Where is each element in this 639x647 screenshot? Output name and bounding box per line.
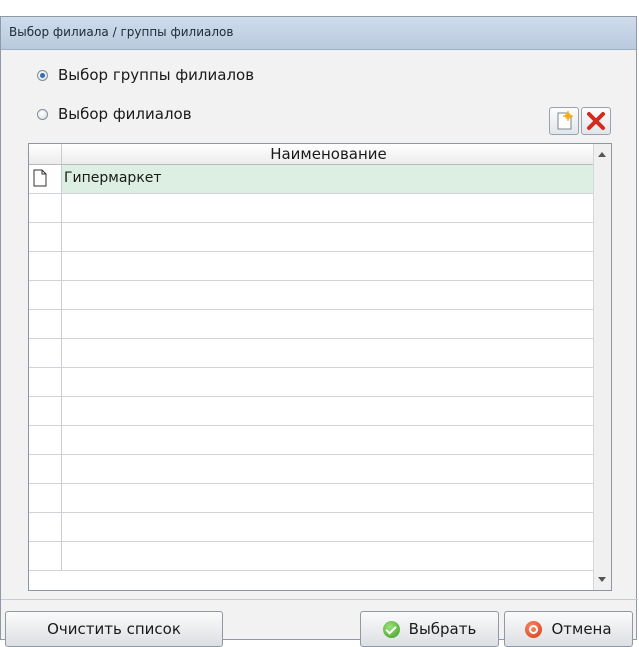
row-header xyxy=(29,165,62,193)
delete-icon xyxy=(587,112,605,130)
dialog-window: Выбор филиала / группы филиалов Выбор гр… xyxy=(0,16,638,647)
table-row[interactable] xyxy=(29,426,595,455)
cell-name[interactable] xyxy=(62,252,595,280)
cell-name[interactable] xyxy=(62,542,595,570)
row-header xyxy=(29,426,62,454)
clear-list-label: Очистить список xyxy=(47,620,181,638)
cell-name[interactable] xyxy=(62,513,595,541)
table-row[interactable] xyxy=(29,281,595,310)
radio-button-branches[interactable] xyxy=(37,108,48,120)
cell-name[interactable] xyxy=(62,310,595,338)
cell-name[interactable] xyxy=(62,281,595,309)
cell-name[interactable] xyxy=(62,194,595,222)
document-icon xyxy=(33,169,47,187)
row-header-corner xyxy=(29,144,62,164)
radio-group-option[interactable]: Выбор группы филиалов xyxy=(37,66,254,84)
cell-name[interactable] xyxy=(62,397,595,425)
cell-name[interactable] xyxy=(62,426,595,454)
table-row[interactable] xyxy=(29,484,595,513)
cell-name[interactable]: Гипермаркет xyxy=(62,165,595,193)
radio-label-group: Выбор группы филиалов xyxy=(58,66,255,84)
row-header xyxy=(29,542,62,570)
page-top-strip xyxy=(0,0,639,16)
table-row[interactable] xyxy=(29,397,595,426)
table-row[interactable] xyxy=(29,310,595,339)
title-bar: Выбор филиала / группы филиалов xyxy=(1,17,636,50)
branches-grid[interactable]: Наименование Гипермаркет xyxy=(28,143,612,591)
table-row[interactable] xyxy=(29,368,595,397)
row-header xyxy=(29,397,62,425)
new-item-icon xyxy=(557,111,573,130)
row-header xyxy=(29,194,62,222)
grid-rows: Гипермаркет xyxy=(29,165,595,571)
cell-name[interactable] xyxy=(62,223,595,251)
row-header xyxy=(29,281,62,309)
table-row[interactable] xyxy=(29,252,595,281)
radio-button-group-selected[interactable] xyxy=(37,69,48,81)
scroll-up-icon[interactable] xyxy=(598,152,606,157)
table-row[interactable] xyxy=(29,339,595,368)
row-header xyxy=(29,484,62,512)
row-header xyxy=(29,368,62,396)
delete-button[interactable] xyxy=(581,107,611,135)
row-header xyxy=(29,513,62,541)
scroll-down-icon[interactable] xyxy=(598,577,606,582)
check-icon xyxy=(382,620,400,638)
radio-label-branches: Выбор филиалов xyxy=(58,105,192,123)
grid-header: Наименование xyxy=(29,144,595,165)
vertical-scrollbar[interactable] xyxy=(593,144,611,590)
table-row[interactable] xyxy=(29,513,595,542)
add-button[interactable] xyxy=(549,107,579,135)
row-header xyxy=(29,223,62,251)
cell-name[interactable] xyxy=(62,484,595,512)
row-header xyxy=(29,339,62,367)
radio-branch-option[interactable]: Выбор филиалов xyxy=(37,105,192,123)
row-header xyxy=(29,310,62,338)
cell-name[interactable] xyxy=(62,455,595,483)
cell-name[interactable] xyxy=(62,339,595,367)
table-row[interactable] xyxy=(29,223,595,252)
column-header-name[interactable]: Наименование xyxy=(62,144,595,164)
row-header xyxy=(29,252,62,280)
table-row[interactable] xyxy=(29,194,595,223)
table-row[interactable] xyxy=(29,455,595,484)
table-row[interactable]: Гипермаркет xyxy=(29,165,595,194)
cell-name[interactable] xyxy=(62,368,595,396)
table-row[interactable] xyxy=(29,542,595,571)
row-header xyxy=(29,455,62,483)
window-title: Выбор филиала / группы филиалов xyxy=(9,25,234,39)
cancel-label: Отмена xyxy=(551,620,612,638)
select-label: Выбрать xyxy=(408,620,477,638)
cancel-icon xyxy=(525,620,543,638)
footer-divider xyxy=(1,599,638,600)
